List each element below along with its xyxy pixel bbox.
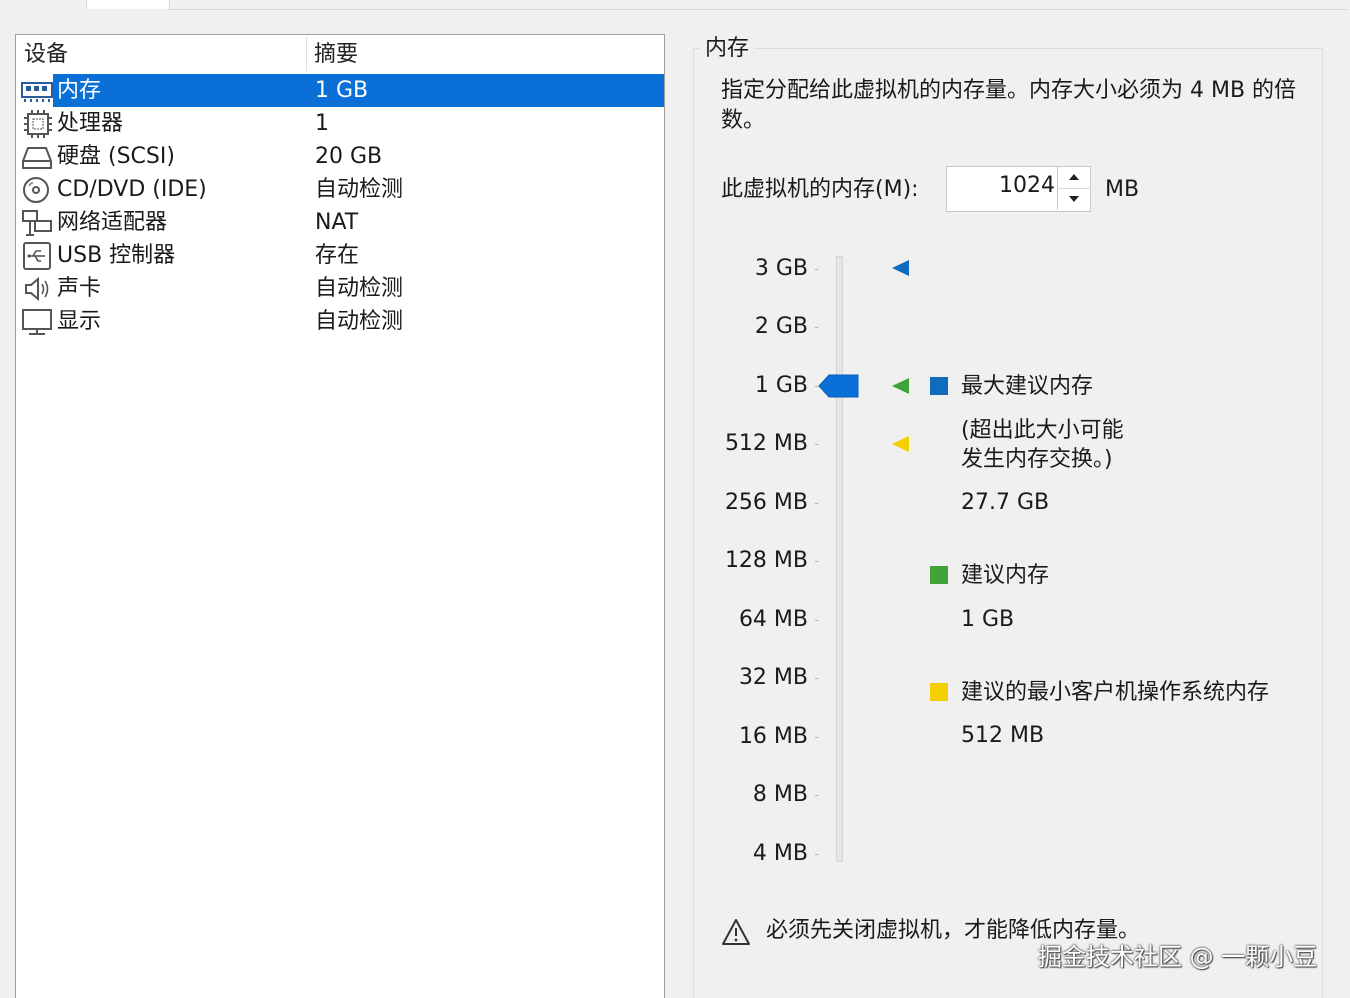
spin-up-button[interactable]: [1057, 167, 1090, 189]
column-header-summary[interactable]: 摘要: [314, 35, 358, 73]
memory-unit: MB: [1105, 177, 1140, 202]
device-summary: 1 GB: [315, 78, 369, 103]
device-list[interactable]: 设备 摘要 内存 1 GB 处理器 1 硬盘 (SCSI) 20 GB CD/D…: [15, 34, 665, 998]
device-summary: 自动检测: [315, 309, 404, 334]
min-guest-memory-value: 512 MB: [961, 723, 1045, 748]
usb-icon: [23, 242, 51, 270]
device-name: 声卡: [57, 276, 102, 301]
arrow-down-icon: [1069, 196, 1079, 202]
max-memory-swatch: [930, 377, 948, 395]
memory-slider-track[interactable]: [836, 256, 843, 862]
device-name: 内存: [57, 78, 102, 103]
arrow-up-icon: [1069, 174, 1079, 180]
slider-tick-mark: [815, 620, 818, 621]
processor-icon: [24, 110, 52, 138]
memory-group-title: 内存: [700, 34, 755, 64]
min-guest-memory-marker-icon: [892, 436, 909, 452]
cdrom-icon: [23, 177, 49, 203]
slider-tick-label: 256 MB: [724, 490, 808, 515]
max-memory-note-line2: 发生内存交换。): [961, 447, 1113, 472]
device-row-memory[interactable]: 内存 1 GB: [19, 74, 664, 107]
watermark: 掘金技术社区 @ 一颗小豆: [1038, 943, 1318, 971]
warning-icon: [722, 919, 750, 945]
device-summary: 20 GB: [315, 144, 383, 169]
slider-tick-label: 2 GB: [754, 314, 808, 339]
device-summary: 自动检测: [315, 276, 404, 301]
max-memory-note-line1: (超出此大小可能: [961, 418, 1124, 443]
memory-description: 指定分配给此虚拟机的内存量。内存大小必须为 4 MB 的倍数。: [721, 78, 1297, 133]
slider-tick-mark: [815, 795, 818, 796]
tab-divider: [168, 9, 1348, 10]
device-name: 网络适配器: [57, 210, 168, 235]
min-guest-memory-title: 建议的最小客户机操作系统内存: [961, 680, 1270, 705]
slider-tick-mark: [815, 503, 818, 504]
memory-spinbox[interactable]: 1024: [946, 166, 1091, 212]
device-summary: 1: [315, 111, 329, 136]
tab-strip: [0, 0, 1350, 10]
device-list-header: 设备 摘要: [16, 35, 664, 73]
slider-tick-label: 16 MB: [738, 724, 808, 749]
slider-tick-label: 512 MB: [724, 431, 808, 456]
slider-tick-label: 64 MB: [738, 607, 808, 632]
device-summary: 存在: [315, 243, 360, 268]
device-row-network[interactable]: 网络适配器 NAT: [19, 206, 664, 239]
slider-tick-mark: [815, 678, 818, 679]
slider-tick-mark: [815, 269, 818, 270]
device-name: 显示: [57, 309, 102, 334]
min-guest-memory-swatch: [930, 683, 948, 701]
memory-field-label: 此虚拟机的内存(M):: [721, 177, 919, 202]
slider-tick-mark: [815, 561, 818, 562]
slider-tick-label: 8 MB: [752, 782, 808, 807]
device-row-usb[interactable]: USB 控制器 存在: [19, 239, 664, 272]
column-header-device[interactable]: 设备: [24, 35, 68, 73]
device-row-sound[interactable]: 声卡 自动检测: [19, 272, 664, 305]
recommended-memory-marker-icon: [892, 378, 909, 394]
slider-tick-mark: [815, 854, 818, 855]
device-row-processor[interactable]: 处理器 1: [19, 107, 664, 140]
memory-slider-thumb[interactable]: [818, 374, 860, 398]
slider-tick-mark: [815, 327, 818, 328]
max-memory-marker-icon: [892, 260, 909, 276]
spin-down-button[interactable]: [1057, 189, 1090, 210]
device-name: USB 控制器: [57, 243, 176, 268]
harddisk-icon: [22, 147, 52, 169]
slider-tick-label: 1 GB: [754, 373, 808, 398]
recommended-memory-swatch: [930, 566, 948, 584]
speaker-icon: [25, 276, 49, 302]
display-icon: [22, 309, 52, 335]
tab-hardware[interactable]: [86, 0, 170, 9]
max-memory-title: 最大建议内存: [961, 374, 1094, 399]
memory-input[interactable]: 1024: [947, 167, 1055, 211]
slider-tick-mark: [815, 737, 818, 738]
recommended-memory-title: 建议内存: [961, 563, 1050, 588]
device-row-harddisk[interactable]: 硬盘 (SCSI) 20 GB: [19, 140, 664, 173]
device-row-cdrom[interactable]: CD/DVD (IDE) 自动检测: [19, 173, 664, 206]
device-name: 处理器: [57, 111, 124, 136]
slider-tick-label: 32 MB: [738, 665, 808, 690]
device-name: 硬盘 (SCSI): [57, 144, 175, 169]
slider-tick-label: 4 MB: [752, 841, 808, 866]
slider-tick-label: 128 MB: [724, 548, 808, 573]
slider-tick-mark: [815, 444, 818, 445]
device-name: CD/DVD (IDE): [57, 177, 207, 202]
device-row-display[interactable]: 显示 自动检测: [19, 305, 664, 338]
slider-tick-label: 3 GB: [754, 256, 808, 281]
max-memory-value: 27.7 GB: [961, 490, 1050, 515]
network-icon: [22, 210, 52, 236]
device-summary: NAT: [315, 210, 359, 235]
memory-icon: [21, 82, 53, 102]
device-summary: 自动检测: [315, 177, 404, 202]
column-separator[interactable]: [306, 37, 307, 71]
recommended-memory-value: 1 GB: [961, 607, 1015, 632]
